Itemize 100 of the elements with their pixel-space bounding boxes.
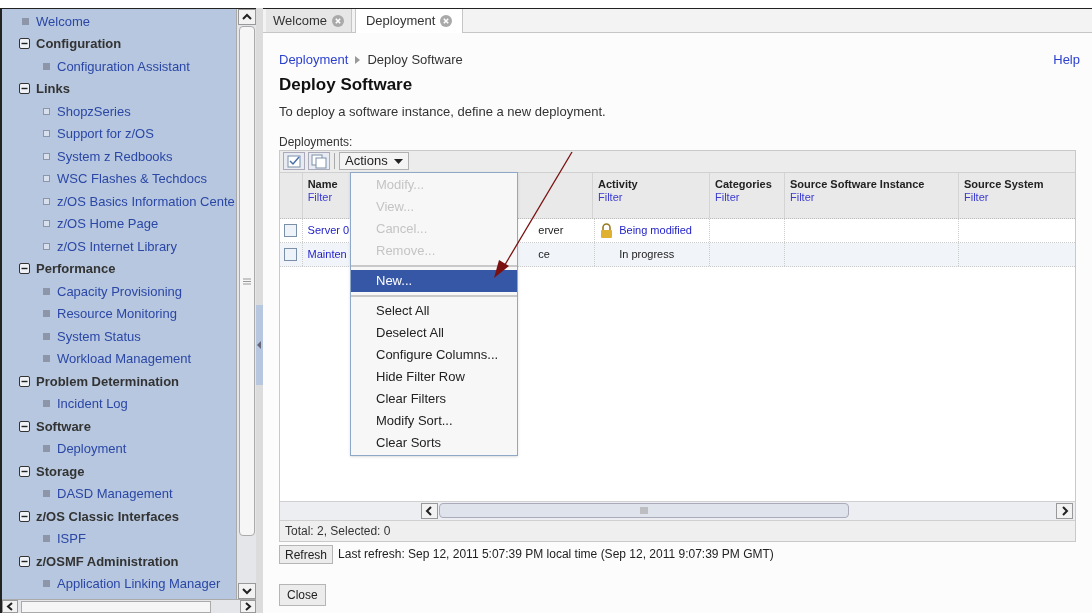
name-link[interactable]: Mainten bbox=[307, 245, 347, 263]
sidebar-link[interactable]: Deployment bbox=[57, 439, 127, 459]
bullet-icon bbox=[43, 355, 50, 363]
sidebar-group[interactable]: Configuration bbox=[36, 34, 122, 54]
scroll-thumb[interactable] bbox=[21, 600, 211, 613]
select-all-icon[interactable] bbox=[283, 152, 305, 170]
bullet-icon bbox=[43, 445, 50, 453]
bullet-icon bbox=[43, 62, 50, 70]
bullet-icon bbox=[43, 130, 50, 138]
sidebar-link[interactable]: Welcome bbox=[36, 11, 90, 31]
table-cell-text: In progress bbox=[619, 246, 675, 262]
table-label: Deployments: bbox=[279, 134, 354, 150]
scroll-left-icon[interactable] bbox=[421, 502, 438, 519]
collapse-icon[interactable] bbox=[19, 83, 30, 95]
bullet-icon bbox=[43, 220, 50, 228]
scroll-thumb[interactable] bbox=[439, 503, 849, 518]
collapse-icon[interactable] bbox=[19, 375, 30, 387]
column-header[interactable]: Source Software Instance bbox=[790, 177, 958, 191]
sidebar-link[interactable]: DASD Management bbox=[57, 484, 173, 504]
bullet-icon bbox=[43, 580, 50, 588]
grip-icon bbox=[640, 507, 648, 514]
menu-item[interactable]: Configure Columns... bbox=[351, 343, 517, 366]
menu-item[interactable]: New... bbox=[351, 269, 517, 292]
filter-link[interactable]: Filter bbox=[964, 190, 1075, 204]
sidebar-group[interactable]: z/OS Classic Interfaces bbox=[36, 506, 180, 526]
close-button[interactable]: Close bbox=[279, 583, 326, 606]
bullet-icon bbox=[43, 152, 50, 160]
menu-item[interactable]: Clear Sorts bbox=[351, 431, 517, 454]
sidebar-link[interactable]: Resource Monitoring bbox=[57, 304, 177, 324]
horizontal-scrollbar[interactable] bbox=[2, 599, 256, 613]
menu-item[interactable]: Select All bbox=[351, 299, 517, 322]
scroll-up-icon[interactable] bbox=[237, 9, 256, 25]
collapse-icon[interactable] bbox=[19, 510, 30, 522]
sidebar-group[interactable]: Software bbox=[36, 416, 91, 436]
refresh-status: Last refresh: Sep 12, 2011 5:07:39 PM local time (Sep 12, 2011 9:07:39 PM GMT) bbox=[338, 546, 774, 563]
scroll-thumb[interactable] bbox=[238, 26, 255, 536]
column-header[interactable]: Source System bbox=[964, 177, 1075, 191]
sidebar-group[interactable]: z/OSMF Administration bbox=[36, 551, 179, 571]
name-link[interactable]: Server 0 bbox=[307, 221, 350, 239]
collapse-icon[interactable] bbox=[19, 38, 30, 50]
sidebar-link[interactable]: System Status bbox=[57, 326, 141, 346]
page-title: Deploy Software bbox=[279, 74, 414, 96]
menu-item[interactable]: Clear Filters bbox=[351, 387, 517, 410]
sidebar-link[interactable]: Application Linking Manager bbox=[57, 574, 221, 594]
breadcrumb-arrow-icon bbox=[355, 56, 361, 64]
table-cell-text: erver bbox=[538, 222, 564, 238]
collapse-icon[interactable] bbox=[19, 263, 30, 275]
sidebar-link[interactable]: ISPF bbox=[57, 529, 86, 549]
column-header[interactable]: Activity bbox=[598, 177, 709, 191]
table-cell-text: ce bbox=[538, 246, 550, 262]
refresh-button[interactable]: Refresh bbox=[279, 544, 334, 564]
sidebar-link[interactable]: WSC Flashes & Techdocs bbox=[57, 169, 208, 189]
collapse-icon[interactable] bbox=[19, 465, 30, 477]
sidebar-link[interactable]: Configuration Assistant bbox=[57, 56, 190, 76]
collapse-icon[interactable] bbox=[19, 555, 30, 567]
menu-item[interactable]: Hide Filter Row bbox=[351, 365, 517, 388]
bullet-icon bbox=[22, 17, 29, 25]
sidebar-link[interactable]: z/OS Basics Information Cente bbox=[57, 191, 235, 211]
sidebar-group[interactable]: Performance bbox=[36, 259, 116, 279]
bullet-icon bbox=[43, 332, 50, 340]
filter-link[interactable]: Filter bbox=[715, 190, 784, 204]
vertical-scrollbar[interactable] bbox=[236, 9, 256, 599]
breadcrumb-link[interactable]: Deployment bbox=[279, 50, 349, 70]
table-summary: Total: 2, Selected: 0 bbox=[285, 522, 391, 540]
sidebar-link[interactable]: Capacity Provisioning bbox=[57, 281, 182, 301]
bullet-icon bbox=[43, 197, 50, 205]
column-header[interactable]: Categories bbox=[715, 177, 784, 191]
scroll-right-icon[interactable] bbox=[240, 600, 256, 613]
tab[interactable]: Deployment bbox=[354, 9, 464, 33]
sidebar-link[interactable]: ShopzSeries bbox=[57, 101, 131, 121]
menu-item[interactable]: Deselect All bbox=[351, 321, 517, 344]
row-checkbox[interactable] bbox=[284, 223, 298, 237]
sidebar-group[interactable]: Storage bbox=[36, 461, 85, 481]
collapse-icon[interactable] bbox=[19, 420, 30, 432]
tab[interactable]: Welcome bbox=[266, 9, 352, 32]
bullet-icon bbox=[43, 175, 50, 183]
scroll-right-icon[interactable] bbox=[1056, 502, 1073, 519]
sidebar-link[interactable]: z/OS Home Page bbox=[57, 214, 159, 234]
bullet-icon bbox=[43, 490, 50, 498]
bullet-icon bbox=[43, 242, 50, 250]
bullet-icon bbox=[43, 535, 50, 543]
sidebar-group[interactable]: Links bbox=[36, 79, 70, 99]
scroll-down-icon[interactable] bbox=[237, 583, 256, 599]
sidebar-link[interactable]: Incident Log bbox=[57, 394, 128, 414]
activity-link[interactable]: Being modified bbox=[619, 221, 692, 239]
row-checkbox[interactable] bbox=[284, 247, 298, 261]
menu-item[interactable]: Modify Sort... bbox=[351, 409, 517, 432]
sidebar-group[interactable]: Problem Determination bbox=[36, 371, 180, 391]
sidebar-link[interactable]: z/OS Internet Library bbox=[57, 236, 177, 256]
page-description: To deploy a software instance, define a new deployment. bbox=[279, 103, 607, 121]
collapse-arrow-icon[interactable] bbox=[257, 341, 262, 349]
bullet-icon bbox=[43, 310, 50, 318]
filter-link[interactable]: Filter bbox=[598, 190, 709, 204]
help-link[interactable]: Help bbox=[1053, 50, 1080, 70]
actions-button[interactable]: Actions bbox=[339, 152, 409, 170]
sidebar-link[interactable]: Workload Management bbox=[57, 349, 192, 369]
filter-link[interactable]: Filter bbox=[790, 190, 958, 204]
sidebar-link[interactable]: System z Redbooks bbox=[57, 146, 173, 166]
scroll-left-icon[interactable] bbox=[2, 600, 18, 613]
sidebar-link[interactable]: Support for z/OS bbox=[57, 124, 154, 144]
